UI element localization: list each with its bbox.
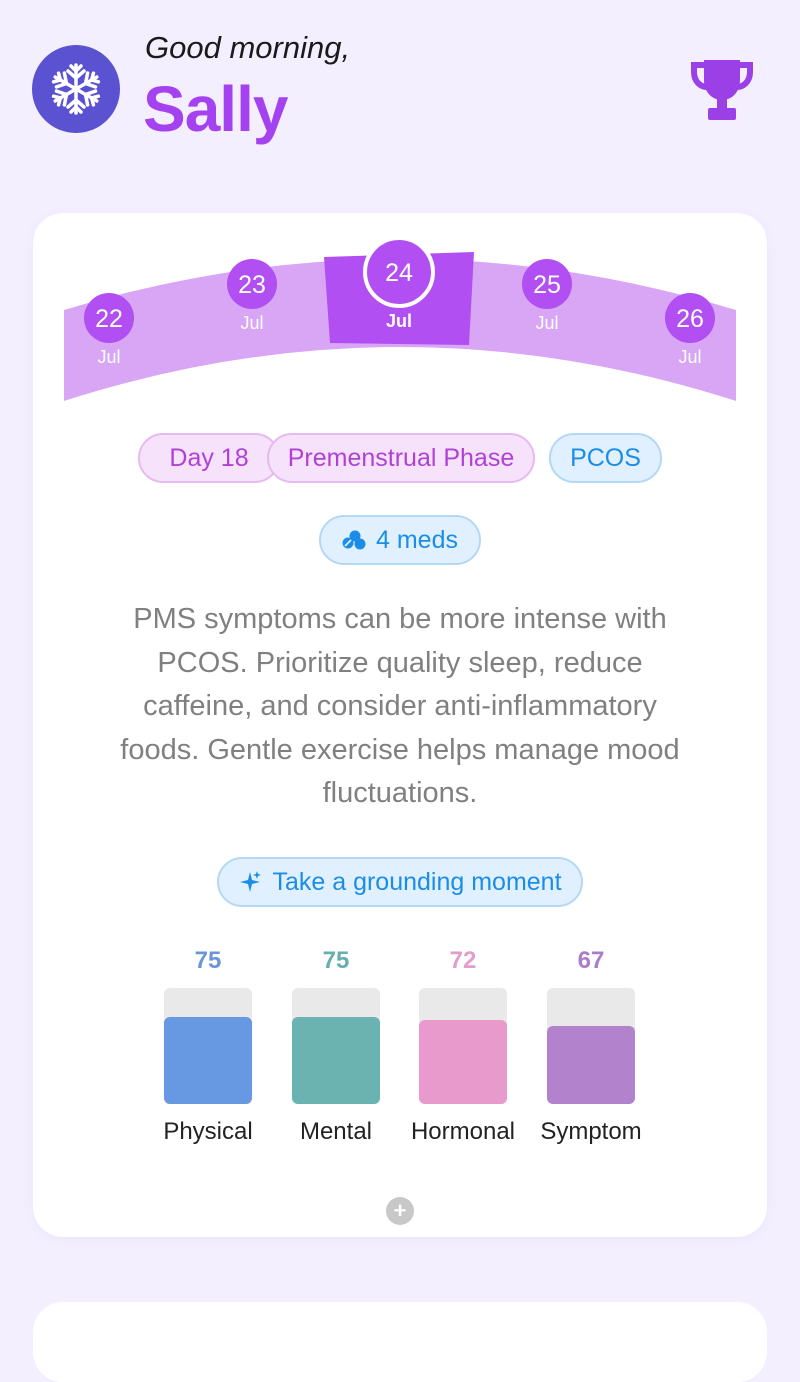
advice-text: PMS symptoms can be more intense with PC… bbox=[120, 603, 680, 809]
date-day: 25 bbox=[533, 271, 561, 299]
score-bar-track bbox=[547, 988, 635, 1104]
score-bar-fill bbox=[419, 1020, 507, 1104]
grounding-button[interactable]: Take a grounding moment bbox=[217, 857, 583, 907]
score-value: 75 bbox=[322, 947, 350, 974]
sparkle-icon bbox=[240, 871, 262, 892]
cycle-day-tag: Day 18 bbox=[138, 433, 280, 483]
phase-label: Premenstrual Phase bbox=[287, 443, 515, 472]
pills-icon bbox=[342, 530, 366, 550]
date-day: 24 bbox=[385, 259, 413, 287]
score-label: Symptom bbox=[540, 1118, 642, 1145]
score-symptom[interactable]: 67 Symptom bbox=[531, 945, 651, 1146]
score-bar-track bbox=[292, 988, 380, 1104]
score-hormonal[interactable]: 72 Hormonal bbox=[403, 945, 523, 1146]
date-month: Jul bbox=[535, 313, 558, 333]
score-value: 75 bbox=[194, 947, 222, 974]
snowflake-icon bbox=[49, 63, 103, 115]
trophy-icon[interactable] bbox=[690, 56, 754, 124]
avatar[interactable] bbox=[32, 45, 120, 133]
date-day: 26 bbox=[676, 305, 704, 333]
phase-tag: Premenstrual Phase bbox=[267, 433, 535, 483]
condition-label: PCOS bbox=[570, 443, 641, 472]
score-bar-track bbox=[164, 988, 252, 1104]
daily-summary-card: 22 Jul 23 Jul 24 Jul 25 Jul 26 Jul Day 18 Premens… bbox=[33, 213, 767, 1237]
score-label: Mental bbox=[299, 1118, 373, 1145]
score-value: 67 bbox=[577, 947, 605, 974]
date-day: 23 bbox=[238, 271, 266, 299]
condition-tag: PCOS bbox=[549, 433, 662, 483]
date-day: 22 bbox=[95, 305, 123, 333]
meds-button[interactable]: 4 meds bbox=[319, 515, 481, 565]
add-score-button[interactable]: + bbox=[386, 1197, 414, 1225]
meds-label: 4 meds bbox=[376, 525, 458, 554]
score-value: 72 bbox=[449, 947, 477, 974]
date-month: Jul bbox=[386, 311, 412, 331]
grounding-label: Take a grounding moment bbox=[272, 867, 562, 896]
date-month: Jul bbox=[97, 347, 120, 367]
wellness-scores: 75 Physical 75 Mental 72 Hormonal 67 Symptom + bbox=[33, 945, 767, 1245]
date-month: Jul bbox=[678, 347, 701, 367]
score-mental[interactable]: 75 Mental bbox=[276, 945, 396, 1146]
score-physical[interactable]: 75 Physical bbox=[148, 945, 268, 1146]
score-bar-track bbox=[419, 988, 507, 1104]
cycle-day-label: Day 18 bbox=[169, 443, 249, 472]
score-bar-fill bbox=[547, 1026, 635, 1104]
date-selector[interactable]: 22 Jul 23 Jul 24 Jul 25 Jul 26 Jul bbox=[33, 213, 767, 413]
score-label: Physical bbox=[163, 1118, 253, 1145]
score-bar-fill bbox=[164, 1017, 252, 1104]
score-bar-fill bbox=[292, 1017, 380, 1104]
next-card bbox=[33, 1302, 767, 1382]
score-label: Hormonal bbox=[410, 1118, 516, 1145]
greeting-text: Good morning, bbox=[145, 30, 351, 65]
user-name: Sally bbox=[143, 73, 288, 145]
date-month: Jul bbox=[240, 313, 263, 333]
